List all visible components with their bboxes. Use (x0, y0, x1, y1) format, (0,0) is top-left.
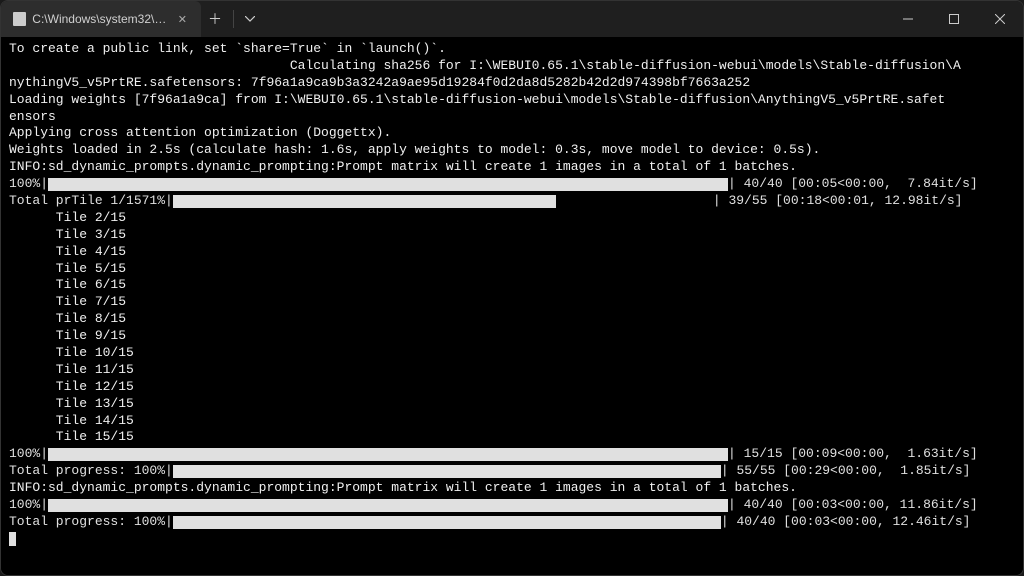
output-line: Tile 9/15 (9, 328, 1015, 345)
progress-bar: Total progress: 100%|| 40/40 [00:03<00:0… (9, 514, 1015, 531)
progress-label: Total progress: 100% (9, 514, 165, 531)
close-button[interactable] (977, 1, 1023, 37)
output-line: Weights loaded in 2.5s (calculate hash: … (9, 142, 1015, 159)
output-line: Tile 2/15 (9, 210, 1015, 227)
maximize-button[interactable] (931, 1, 977, 37)
progress-fill (173, 195, 713, 208)
output-line: INFO:sd_dynamic_prompts.dynamic_promptin… (9, 159, 1015, 176)
progress-bar: 100%|| 40/40 [00:05<00:00, 7.84it/s] (9, 176, 1015, 193)
close-tab-icon[interactable]: ✕ (176, 12, 189, 26)
output-line: To create a public link, set `share=True… (9, 41, 1015, 58)
progress-label: 100% (9, 497, 40, 514)
progress-stats: | 55/55 [00:29<00:00, 1.85it/s] (721, 463, 971, 480)
output-line: Tile 10/15 (9, 345, 1015, 362)
output-line: Tile 13/15 (9, 396, 1015, 413)
tab-divider (233, 10, 234, 28)
progress-stats: | 40/40 [00:05<00:00, 7.84it/s] (728, 176, 978, 193)
output-line: Loading weights [7f96a1a9ca] from I:\WEB… (9, 92, 1015, 109)
output-line: Tile 7/15 (9, 294, 1015, 311)
progress-label: Total prTile 1/1571% (9, 193, 165, 210)
tab-menu-chevron-icon[interactable] (238, 5, 262, 33)
progress-stats: | 39/55 [00:18<00:01, 12.98it/s] (713, 193, 963, 210)
cursor-icon (9, 532, 16, 546)
progress-label: Total progress: 100% (9, 463, 165, 480)
progress-bar: Total progress: 100%|| 55/55 [00:29<00:0… (9, 463, 1015, 480)
new-tab-button[interactable]: ＋ (201, 5, 229, 33)
output-line: Tile 6/15 (9, 277, 1015, 294)
terminal-window: C:\Windows\system32\cmd ✕ ＋ To create a … (0, 0, 1024, 576)
progress-fill (173, 516, 721, 529)
output-line: Applying cross attention optimization (D… (9, 125, 1015, 142)
cmd-icon (13, 12, 26, 26)
output-line: Tile 11/15 (9, 362, 1015, 379)
output-line: Tile 8/15 (9, 311, 1015, 328)
progress-stats: | 40/40 [00:03<00:00, 11.86it/s] (728, 497, 978, 514)
output-line: ensors (9, 109, 1015, 126)
progress-bar: 100%|| 15/15 [00:09<00:00, 1.63it/s] (9, 446, 1015, 463)
progress-fill (48, 448, 728, 461)
output-line: Tile 15/15 (9, 429, 1015, 446)
output-line: nythingV5_v5PrtRE.safetensors: 7f96a1a9c… (9, 75, 1015, 92)
output-line: Tile 4/15 (9, 244, 1015, 261)
output-line: Calculating sha256 for I:\WEBUI0.65.1\st… (9, 58, 1015, 75)
progress-stats: | 40/40 [00:03<00:00, 12.46it/s] (721, 514, 971, 531)
progress-label: 100% (9, 446, 40, 463)
output-line: INFO:sd_dynamic_prompts.dynamic_promptin… (9, 480, 1015, 497)
progress-fill (48, 178, 728, 191)
window-controls (885, 1, 1023, 37)
progress-fill (48, 499, 728, 512)
progress-fill (173, 465, 721, 478)
cursor-line (9, 531, 1015, 548)
output-line: Tile 3/15 (9, 227, 1015, 244)
minimize-button[interactable] (885, 1, 931, 37)
output-line: Tile 5/15 (9, 261, 1015, 278)
tab-active[interactable]: C:\Windows\system32\cmd ✕ (1, 1, 201, 37)
output-line: Tile 14/15 (9, 413, 1015, 430)
progress-stats: | 15/15 [00:09<00:00, 1.63it/s] (728, 446, 978, 463)
tab-title: C:\Windows\system32\cmd (32, 12, 169, 26)
progress-bar: Total prTile 1/1571%|| 39/55 [00:18<00:0… (9, 193, 1015, 210)
tab-strip: C:\Windows\system32\cmd ✕ ＋ (1, 1, 262, 37)
terminal-output[interactable]: To create a public link, set `share=True… (1, 37, 1023, 575)
progress-label: 100% (9, 176, 40, 193)
progress-bar: 100%|| 40/40 [00:03<00:00, 11.86it/s] (9, 497, 1015, 514)
output-line: Tile 12/15 (9, 379, 1015, 396)
titlebar: C:\Windows\system32\cmd ✕ ＋ (1, 1, 1023, 37)
